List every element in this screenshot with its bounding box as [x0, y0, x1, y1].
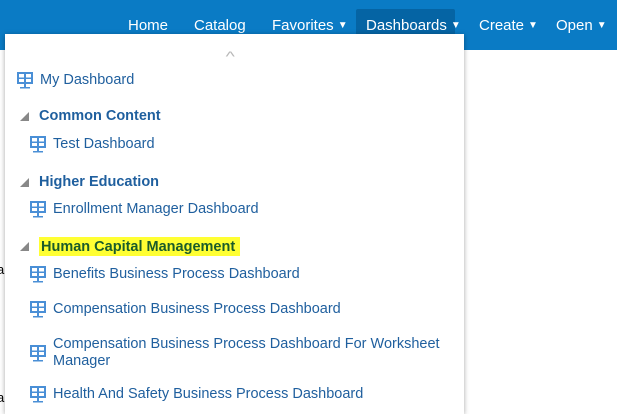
- menu-item-dashboard[interactable]: Benefits Business Process Dashboard: [29, 266, 300, 283]
- nav-catalog[interactable]: Catalog: [194, 17, 246, 34]
- menu-item-dashboard[interactable]: Compensation Business Process Dashboard …: [29, 336, 449, 370]
- group-title: Common Content: [39, 108, 161, 124]
- menu-item-dashboard[interactable]: Compensation Business Process Dashboard: [29, 301, 341, 318]
- nav-label: Dashboards: [366, 17, 447, 34]
- menu-item-label: Benefits Business Process Dashboard: [53, 266, 300, 282]
- caret-down-icon: ▼: [596, 20, 607, 31]
- menu-item-dashboard[interactable]: Health And Safety Business Process Dashb…: [29, 386, 363, 403]
- menu-item-my-dashboard[interactable]: My Dashboard: [16, 72, 134, 89]
- nav-favorites[interactable]: Favorites ▼: [272, 17, 348, 34]
- dashboard-icon: [17, 72, 33, 89]
- group-human-capital-management[interactable]: Human Capital Management: [20, 237, 241, 256]
- dashboard-icon: [30, 345, 46, 362]
- nav-home[interactable]: Home: [128, 17, 168, 34]
- background-text: a: [0, 262, 5, 277]
- scroll-up-icon[interactable]: ^: [226, 48, 235, 64]
- nav-label: Create: [479, 17, 525, 34]
- menu-item-dashboard[interactable]: Enrollment Manager Dashboard: [29, 201, 259, 218]
- dashboard-icon: [30, 266, 46, 283]
- caret-down-icon: ▼: [450, 20, 461, 31]
- nav-open[interactable]: Open ▼: [556, 17, 607, 34]
- dashboard-icon: [30, 136, 46, 153]
- menu-item-label: Test Dashboard: [53, 136, 155, 152]
- dashboards-dropdown-menu: ^ My Dashboard Common Content Test Dashb…: [5, 34, 464, 414]
- group-title: Higher Education: [39, 174, 160, 190]
- menu-item-label: Enrollment Manager Dashboard: [53, 201, 259, 217]
- menu-item-label: Compensation Business Process Dashboard …: [53, 336, 440, 369]
- menu-item-dashboard[interactable]: Test Dashboard: [29, 136, 155, 153]
- menu-item-label: My Dashboard: [40, 72, 135, 88]
- menu-item-label: Health And Safety Business Process Dashb…: [53, 386, 364, 402]
- group-title-highlighted: Human Capital Management: [39, 237, 241, 256]
- caret-down-icon: ▼: [528, 20, 538, 31]
- caret-down-icon: ▼: [337, 20, 348, 31]
- nav-create[interactable]: Create ▼: [479, 17, 538, 34]
- nav-label: Open: [556, 17, 593, 34]
- group-common-content[interactable]: Common Content: [20, 108, 161, 124]
- collapse-triangle-icon[interactable]: [20, 177, 29, 187]
- nav-label: Home: [128, 17, 169, 34]
- menu-item-label: Compensation Business Process Dashboard: [53, 301, 341, 317]
- nav-label: Favorites: [272, 17, 334, 34]
- group-higher-education[interactable]: Higher Education: [20, 174, 159, 190]
- collapse-triangle-icon[interactable]: [20, 111, 29, 121]
- dashboard-icon: [30, 301, 46, 318]
- nav-label: Catalog: [194, 17, 246, 34]
- dashboard-icon: [30, 386, 46, 403]
- dashboard-icon: [30, 201, 46, 218]
- collapse-triangle-icon[interactable]: [20, 242, 29, 251]
